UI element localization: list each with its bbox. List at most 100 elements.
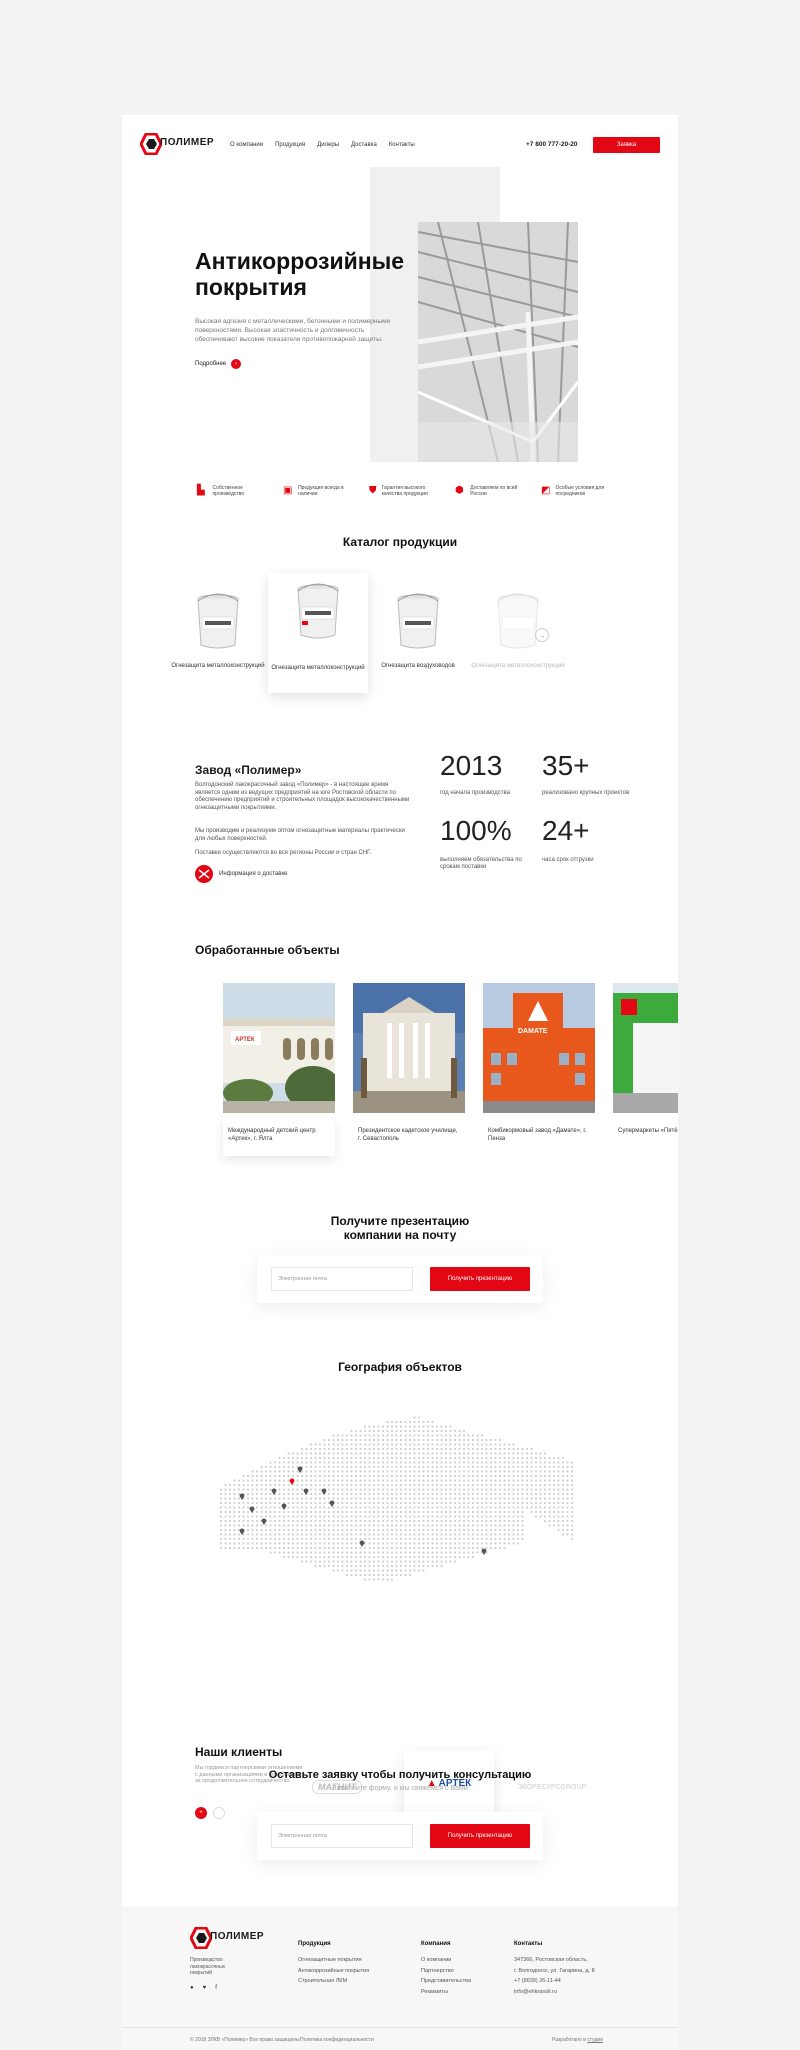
- map-dot: [323, 1524, 326, 1527]
- catalog-card[interactable]: Огнезащита металлоконструкций: [168, 583, 268, 693]
- twitter-icon[interactable]: ♥: [203, 1985, 207, 1991]
- map-dot: [359, 1447, 362, 1451]
- map-pin-icon[interactable]: [303, 1488, 309, 1496]
- object-card[interactable]: Президентское кадетское училище, г. Сева…: [353, 983, 465, 1156]
- map-pin-icon[interactable]: [281, 1503, 287, 1511]
- map-dot: [314, 1470, 317, 1473]
- map-dot: [534, 1510, 538, 1514]
- map-dot: [530, 1456, 533, 1460]
- next-arrow-icon[interactable]: [213, 1807, 225, 1819]
- map-dot: [467, 1501, 470, 1505]
- email-input[interactable]: Электронная почта: [271, 1824, 413, 1848]
- map-dot: [399, 1560, 403, 1563]
- map-dot: [327, 1515, 331, 1518]
- object-card[interactable]: DAMATE Комбикормовый завод «Дамате», г. …: [483, 983, 595, 1156]
- map-dot: [269, 1519, 272, 1523]
- map-dot: [314, 1524, 317, 1527]
- map-pin-icon[interactable]: [329, 1500, 335, 1508]
- factory-icon: ▙: [197, 485, 205, 496]
- footer-logo[interactable]: ПОЛИМЕР: [190, 1927, 270, 1949]
- footer-link[interactable]: О компании: [421, 1955, 471, 1966]
- map-dot: [516, 1465, 520, 1469]
- map-dot: [345, 1465, 349, 1469]
- consult-form: Электронная почта Получить презентацию: [257, 1812, 543, 1860]
- map-dot: [372, 1452, 376, 1455]
- map-dot: [323, 1510, 326, 1514]
- object-card[interactable]: Супермаркеты «Пятёрочка»: [613, 983, 678, 1156]
- get-presentation-button[interactable]: Получить презентацию: [430, 1824, 530, 1848]
- vk-icon[interactable]: ●: [190, 1985, 194, 1991]
- footer-link[interactable]: Партнерство: [421, 1966, 471, 1977]
- map-dot: [246, 1506, 250, 1509]
- map-dot: [372, 1465, 376, 1469]
- map-dot: [345, 1456, 349, 1460]
- map-dot: [386, 1443, 389, 1446]
- nav-item-products[interactable]: Продукция: [275, 142, 305, 148]
- map-dot: [368, 1492, 371, 1496]
- nav-item-delivery[interactable]: Доставка: [351, 142, 377, 148]
- map-dot: [458, 1474, 461, 1478]
- map-dot: [453, 1474, 457, 1478]
- map-dot: [368, 1443, 371, 1446]
- footer-email[interactable]: info@ehkrasoil.ru: [514, 1987, 595, 1998]
- map-dot: [336, 1533, 340, 1536]
- footer-link[interactable]: Антикоррозийные покрытия: [298, 1966, 369, 1977]
- map-dot: [516, 1528, 520, 1532]
- map-dot: [552, 1497, 556, 1500]
- footer-link[interactable]: Представительства: [421, 1976, 471, 1987]
- map-pin-icon[interactable]: [321, 1488, 327, 1496]
- map-dot: [494, 1465, 497, 1469]
- map-dot: [471, 1470, 475, 1473]
- catalog-card[interactable]: Огнезащита металлоконструкций: [468, 583, 568, 693]
- map-dot: [444, 1465, 448, 1469]
- footer-link[interactable]: Огнезащитные покрытия: [298, 1955, 369, 1966]
- map-dot: [404, 1479, 407, 1482]
- footer-phone[interactable]: +7 (8639) 26-11-44: [514, 1976, 595, 1987]
- hero-more-link[interactable]: Подробнее ›: [195, 359, 242, 369]
- nav-item-contacts[interactable]: Контакты: [389, 142, 415, 148]
- map-dot: [399, 1546, 403, 1550]
- map-dot: [449, 1470, 452, 1473]
- map-pin-icon[interactable]: [359, 1540, 365, 1548]
- map-dot: [521, 1528, 524, 1532]
- delivery-info-link[interactable]: Информация о доставке: [195, 865, 287, 883]
- map-dot: [395, 1483, 398, 1487]
- developer-link[interactable]: студии: [587, 2037, 603, 2043]
- catalog-next-arrow-icon[interactable]: →: [535, 628, 549, 642]
- footer-link[interactable]: Строительная ЛКМ: [298, 1976, 369, 1987]
- facebook-icon[interactable]: f: [215, 1985, 217, 1991]
- map-dot: [354, 1519, 358, 1523]
- delivery-map-icon: [195, 865, 213, 883]
- map-dot: [431, 1515, 434, 1518]
- map-dot: [404, 1434, 407, 1437]
- map-dot: [287, 1452, 290, 1455]
- header-phone[interactable]: +7 800 777-20-20: [526, 141, 578, 148]
- nav-item-dealers[interactable]: Дилеры: [317, 142, 339, 148]
- email-input[interactable]: Электронная почта: [271, 1267, 413, 1291]
- map-pin-icon[interactable]: [261, 1518, 267, 1526]
- object-card[interactable]: АРТЕК Международный детский центр «Артек…: [223, 983, 341, 1156]
- map-pin-icon[interactable]: [289, 1478, 295, 1486]
- map-dot: [264, 1492, 268, 1496]
- request-button[interactable]: Заявка: [593, 137, 660, 153]
- map-dot: [507, 1474, 511, 1478]
- logo[interactable]: ПОЛИМЕР: [140, 133, 220, 155]
- truck-icon: ▣: [283, 485, 293, 496]
- map-dot: [318, 1447, 322, 1451]
- catalog-card[interactable]: Огнезащита воздуховодов: [368, 583, 468, 693]
- map-pin-icon[interactable]: [481, 1548, 487, 1556]
- catalog-card-active[interactable]: Огнезащита металлоконструкций: [268, 573, 368, 693]
- map-pin-icon[interactable]: [249, 1506, 255, 1514]
- privacy-link[interactable]: Политика конфиденциальности: [300, 2037, 374, 2043]
- map-dot: [458, 1470, 461, 1473]
- nav-item-about[interactable]: О компании: [230, 142, 263, 148]
- prev-arrow-icon[interactable]: +: [195, 1807, 207, 1819]
- get-presentation-button[interactable]: Получить презентацию: [430, 1267, 530, 1291]
- map-dot: [318, 1470, 322, 1473]
- map-dot: [381, 1434, 385, 1437]
- footer-link[interactable]: Реквизиты: [421, 1987, 471, 1998]
- map-dot: [435, 1560, 439, 1563]
- map-dot: [566, 1528, 569, 1532]
- map-dot: [278, 1470, 281, 1473]
- map-dot: [251, 1528, 254, 1532]
